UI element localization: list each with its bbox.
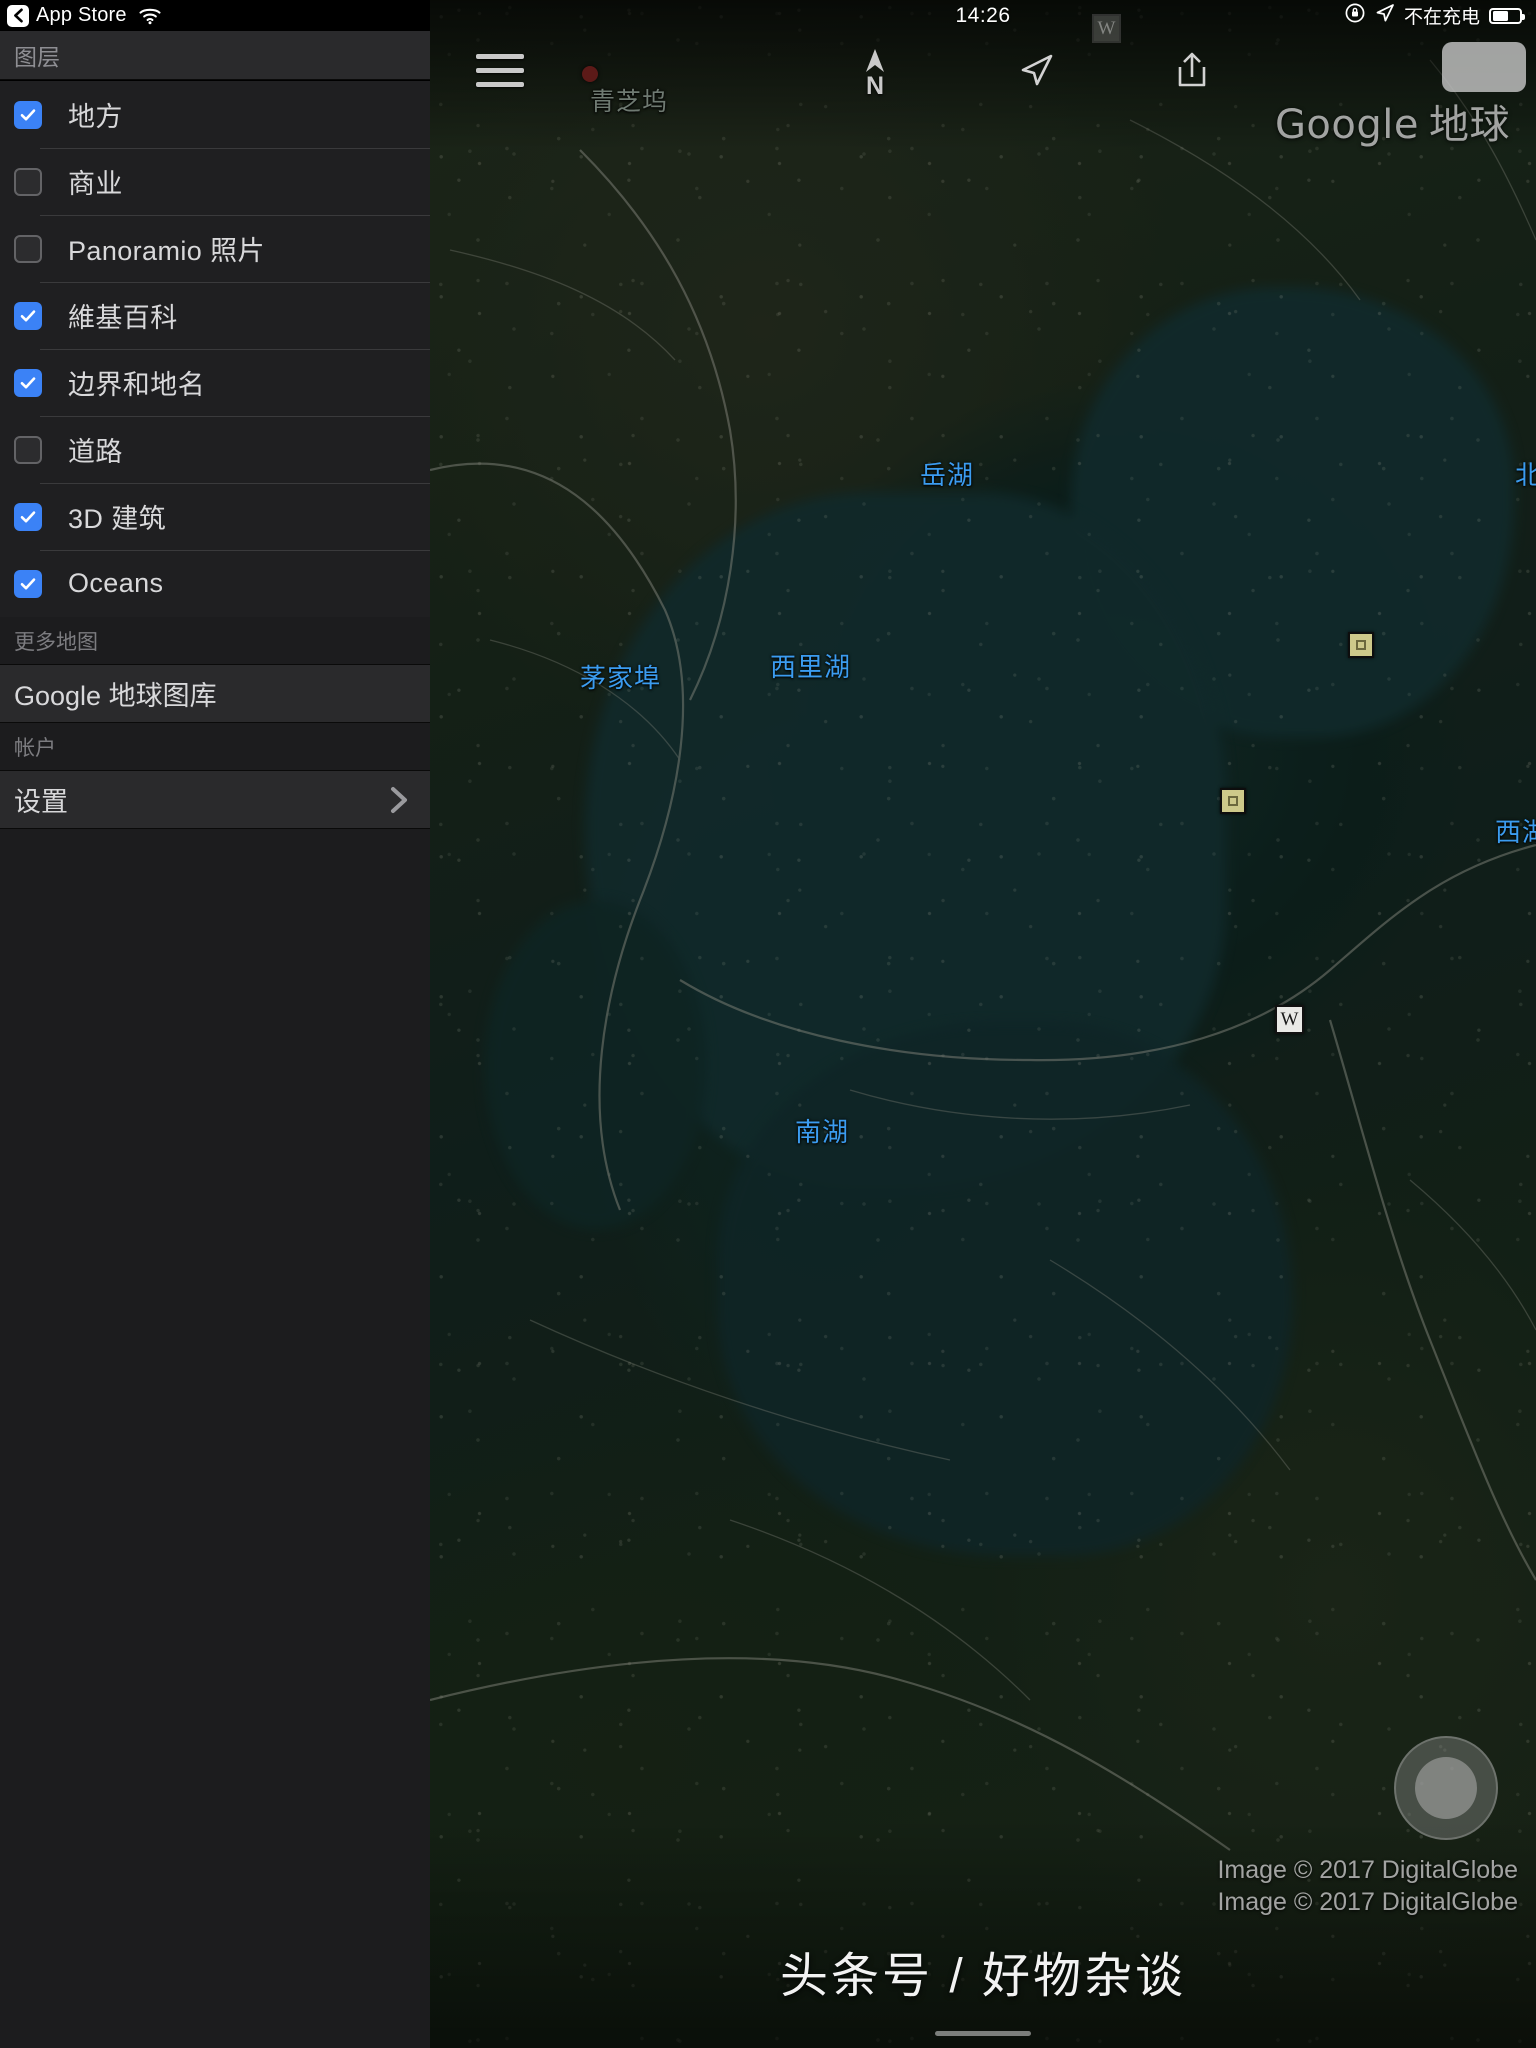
share-export-icon[interactable]: [1170, 48, 1214, 97]
account-header: 帐户: [0, 723, 430, 770]
compass-north-icon[interactable]: N: [860, 46, 890, 99]
layer-label: 商业: [68, 169, 123, 199]
layer-row-panoramio-photos[interactable]: Panoramio 照片: [0, 215, 430, 282]
search-field-icon[interactable]: [1442, 42, 1526, 92]
photo-marker-icon[interactable]: [1220, 788, 1246, 814]
map-label: 西里湖: [770, 652, 852, 682]
map-label: 岳湖: [920, 460, 975, 490]
layer-label: 維基百科: [68, 303, 178, 333]
layer-label: 道路: [68, 437, 123, 467]
chevron-left-icon[interactable]: [7, 4, 29, 27]
checkbox-checked-icon[interactable]: [14, 100, 42, 129]
map-label: 茅家埠: [580, 663, 662, 693]
checkbox-unchecked-icon[interactable]: [14, 435, 42, 464]
layer-label: Oceans: [68, 568, 164, 598]
settings-row[interactable]: 设置: [0, 770, 430, 829]
earth-gallery-row[interactable]: Google 地球图库: [0, 664, 430, 723]
google-wordmark: Google: [1274, 102, 1419, 148]
layer-row-oceans[interactable]: Oceans: [0, 550, 430, 617]
checkbox-checked-icon[interactable]: [14, 569, 42, 598]
more-maps-header: 更多地图: [0, 617, 430, 664]
wikipedia-marker-icon[interactable]: W: [1275, 1005, 1304, 1034]
earth-gallery-label: Google 地球图库: [14, 681, 217, 711]
map-label: 北里湖: [1515, 460, 1536, 490]
layer-label: 3D 建筑: [68, 504, 167, 534]
home-indicator: [935, 2031, 1031, 2036]
layers-header: 图层: [0, 31, 430, 80]
joystick-control-icon[interactable]: [1394, 1736, 1498, 1840]
checkbox-unchecked-icon[interactable]: [14, 167, 42, 196]
layers-sidebar: 图层 地方 商业 Panoramio 照片 維基百科 边界和地名 道路 3D 建…: [0, 31, 430, 2048]
settings-label: 设置: [14, 787, 68, 817]
watermark-text: 头条号 / 好物杂谈: [779, 1950, 1186, 2003]
layer-row-wikipedia[interactable]: 維基百科: [0, 282, 430, 349]
checkbox-checked-icon[interactable]: [14, 368, 42, 397]
status-bar-left: App Store: [0, 0, 430, 31]
wikipedia-marker-icon[interactable]: W: [1092, 14, 1121, 43]
place-pin-icon[interactable]: [582, 66, 598, 82]
map-label: 南湖: [795, 1117, 850, 1147]
layer-label: 边界和地名: [68, 370, 205, 400]
layer-row-borders-labels[interactable]: 边界和地名: [0, 349, 430, 416]
checkbox-unchecked-icon[interactable]: [14, 234, 42, 263]
checkbox-checked-icon[interactable]: [14, 301, 42, 330]
map-attribution: Image © 2017 DigitalGlobe Image © 2017 D…: [1217, 1854, 1518, 1918]
photo-marker-icon[interactable]: [1348, 632, 1374, 658]
map-viewport[interactable]: 青芝坞 岳湖 北里湖 西里湖 茅家埠 西湖 南湖 W W N: [430, 0, 1536, 2048]
attribution-line: Image © 2017 DigitalGlobe: [1217, 1856, 1518, 1884]
layer-label: Panoramio 照片: [68, 236, 265, 266]
earth-wordmark: 地球: [1429, 103, 1510, 147]
layer-list: 地方 商业 Panoramio 照片 維基百科 边界和地名 道路 3D 建筑 O…: [0, 80, 430, 617]
back-app-label[interactable]: App Store: [36, 4, 127, 27]
layer-row-business[interactable]: 商业: [0, 148, 430, 215]
layer-row-places[interactable]: 地方: [0, 81, 430, 148]
map-label: 西湖: [1495, 817, 1536, 847]
navigation-arrow-icon[interactable]: [1015, 50, 1057, 97]
wifi-icon: [138, 7, 162, 25]
layer-row-3d-buildings[interactable]: 3D 建筑: [0, 483, 430, 550]
google-earth-wordmark: Google 地球: [1275, 92, 1510, 150]
map-label: 青芝坞: [590, 88, 669, 116]
layer-label: 地方: [68, 102, 123, 132]
satellite-imagery: [430, 0, 1536, 2048]
road-network: [430, 59, 1536, 1851]
compass-label: N: [865, 72, 885, 100]
checkbox-checked-icon[interactable]: [14, 502, 42, 531]
attribution-line: Image © 2017 DigitalGlobe: [1217, 1888, 1518, 1916]
chevron-right-icon: [386, 784, 412, 816]
layer-row-roads[interactable]: 道路: [0, 416, 430, 483]
hamburger-menu-icon[interactable]: [476, 54, 524, 87]
